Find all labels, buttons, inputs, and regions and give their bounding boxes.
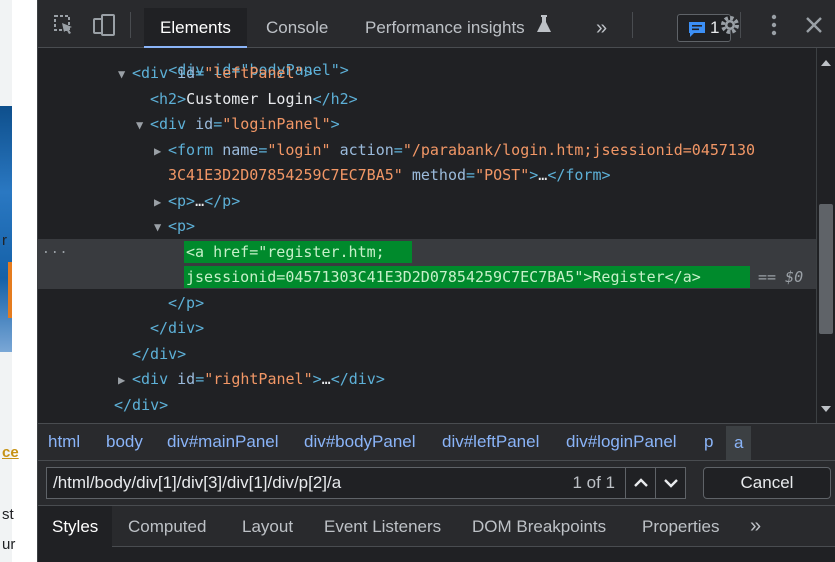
h2-text: Customer Login (186, 90, 313, 108)
inspect-element-icon[interactable] (52, 13, 76, 37)
link-text: Register (592, 268, 665, 286)
tab-layout[interactable]: Layout (242, 506, 293, 547)
styles-pane-tabs: Styles Computed Layout Event Listeners D… (38, 505, 835, 547)
collapse-triangle-icon[interactable]: ▼ (136, 114, 150, 136)
collapse-triangle-icon[interactable]: ▼ (154, 216, 168, 238)
dom-line-bodypanel[interactable]: <div id="bodyPanel"> (114, 48, 349, 79)
more-options-icon[interactable] (762, 13, 786, 37)
search-query: /html/body/div[1]/div[3]/div[1]/div/p[2]… (53, 473, 342, 492)
breadcrumb-item[interactable]: div#loginPanel (566, 432, 677, 452)
tab-performance-insights[interactable]: Performance insights (365, 8, 525, 48)
tab-properties[interactable]: Properties (642, 506, 719, 547)
attr-value: register.htm; (267, 243, 385, 261)
tab-computed[interactable]: Computed (128, 506, 206, 547)
collapse-triangle-icon[interactable]: ▼ (118, 63, 132, 85)
dom-line-loginpanel[interactable]: ▼ <div id="loginPanel"> (136, 113, 340, 135)
dom-tree-scrollbar[interactable] (816, 48, 835, 423)
toolbar-divider (130, 12, 131, 38)
breadcrumb-item[interactable]: p (704, 432, 713, 452)
dom-tree: ... <div id="bodyPanel"> ▼ <div id="leftP… (38, 48, 816, 423)
dollar-zero-marker: == $0 (758, 268, 804, 286)
devtools-toolbar: Elements Console Performance insights » … (38, 0, 835, 48)
toolbar-divider (632, 12, 633, 38)
dom-line-form-cont[interactable]: 3C41E3D2D07854259C7EC7BA5" method="POST"… (168, 164, 611, 186)
breadcrumb-item[interactable]: div#mainPanel (167, 432, 279, 452)
collapsed-ellipsis[interactable]: … (538, 166, 547, 184)
dom-line-form[interactable]: ▶ <form name="login" action="/parabank/lo… (154, 139, 755, 161)
dom-line-div-close[interactable]: </div> (114, 394, 168, 416)
next-match-chevron-down-icon[interactable] (655, 468, 685, 498)
page-text-fragment: ur (2, 536, 16, 553)
dom-line-anchor[interactable]: <a href="register.htm; (186, 241, 385, 263)
breadcrumb-item[interactable]: div#bodyPanel (304, 432, 416, 452)
node-actions-ellipsis[interactable]: ... (42, 242, 68, 257)
scrollbar-thumb[interactable] (819, 204, 833, 334)
dom-line-rightpanel[interactable]: ▶ <div id="rightPanel">…</div> (118, 368, 385, 390)
page-link-fragment[interactable]: ce (2, 444, 19, 461)
attr-value: loginPanel (231, 115, 322, 133)
expand-triangle-icon[interactable]: ▶ (154, 140, 168, 162)
page-text-fragment: r (2, 232, 7, 249)
breadcrumb-item[interactable]: html (48, 432, 80, 452)
breadcrumb-item[interactable]: div#leftPanel (442, 432, 539, 452)
breadcrumb: html body div#mainPanel div#bodyPanel di… (38, 423, 835, 461)
attr-value: login (276, 141, 322, 159)
tab-styles[interactable]: Styles (38, 506, 113, 547)
attr-value: leftPanel (213, 64, 295, 82)
collapsed-ellipsis[interactable]: … (195, 192, 204, 210)
dom-line-p-open[interactable]: ▼ <p> (154, 215, 195, 237)
scroll-down-arrow-icon[interactable] (821, 406, 831, 412)
page-accent-bar (8, 262, 12, 318)
scroll-up-arrow-icon[interactable] (821, 60, 831, 66)
inspected-page-sliver: r ce st ur (0, 0, 38, 562)
attr-value: jsessionid=04571303C41E3D2D07854259C7EC7… (186, 268, 575, 286)
device-toolbar-icon[interactable] (92, 13, 116, 37)
tab-elements[interactable]: Elements (144, 8, 247, 48)
expand-triangle-icon[interactable]: ▶ (118, 369, 132, 391)
match-count: 1 of 1 (572, 473, 615, 492)
attr-value: POST (484, 166, 521, 184)
previous-match-chevron-up-icon[interactable] (625, 468, 655, 498)
expand-triangle-icon[interactable]: ▶ (154, 191, 168, 213)
tab-console[interactable]: Console (266, 8, 328, 48)
more-tabs-button[interactable]: » (596, 8, 607, 48)
close-icon[interactable] (802, 13, 826, 37)
dom-line-anchor-cont[interactable]: jsessionid=04571303C41E3D2D07854259C7EC7… (186, 266, 701, 288)
attr-value: rightPanel (213, 370, 304, 388)
settings-gear-icon[interactable] (718, 13, 742, 37)
styles-filter-bar (38, 547, 835, 562)
dom-search-bar: /html/body/div[1]/div[3]/div[1]/div/p[2]… (38, 461, 835, 505)
attr-value: /parabank/login.htm;jsessionid=0457130 (411, 141, 756, 159)
search-input[interactable]: /html/body/div[1]/div[3]/div[1]/div/p[2]… (46, 467, 686, 499)
breadcrumb-item-selected[interactable]: a (726, 426, 752, 460)
page-text-fragment: st (2, 506, 14, 523)
dom-line-p-close[interactable]: </p> (168, 292, 204, 314)
message-icon (688, 20, 706, 38)
devtools-window: r ce st ur Elements Console Performance … (0, 0, 835, 562)
tab-event-listeners[interactable]: Event Listeners (324, 506, 441, 547)
dom-line-div-close[interactable]: </div> (132, 343, 186, 365)
cancel-button[interactable]: Cancel (703, 467, 831, 499)
flask-icon (535, 14, 559, 38)
dom-line-p-collapsed[interactable]: ▶ <p>…</p> (154, 190, 240, 212)
breadcrumb-item[interactable]: body (106, 432, 143, 452)
dom-line-div-close[interactable]: </div> (150, 317, 204, 339)
collapsed-ellipsis[interactable]: … (322, 370, 331, 388)
dom-line-leftpanel[interactable]: ▼ <div id="leftPanel"> (118, 62, 313, 84)
attr-value: 3C41E3D2D07854259C7EC7BA5 (168, 166, 394, 184)
tab-dom-breakpoints[interactable]: DOM Breakpoints (472, 506, 606, 547)
dom-line-h2[interactable]: <h2>Customer Login</h2> (150, 88, 358, 110)
more-subtabs-button[interactable]: » (750, 506, 761, 547)
